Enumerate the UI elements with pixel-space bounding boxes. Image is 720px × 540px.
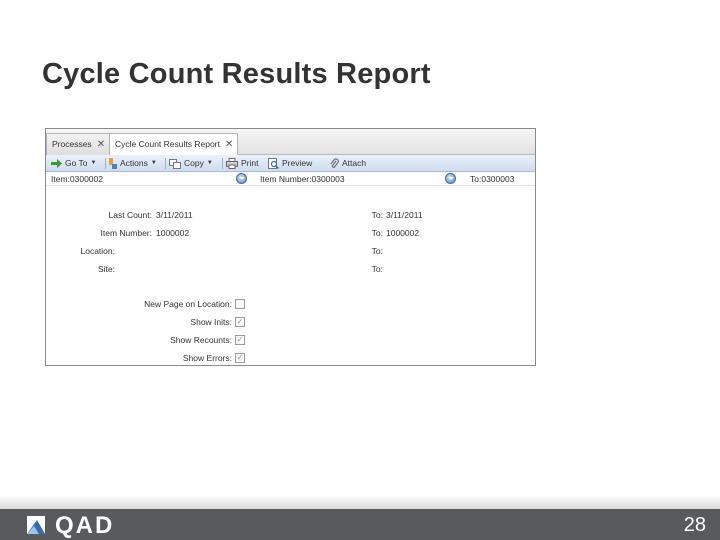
show-recounts-label: Show Recounts:	[170, 335, 232, 345]
paperclip-icon	[330, 158, 339, 169]
location-label: Location:	[80, 246, 116, 256]
chevron-down-icon: ▼	[206, 160, 213, 167]
show-inits-checkbox[interactable]: ✓	[235, 317, 245, 327]
last-count-value[interactable]: 3/11/2011	[156, 210, 193, 220]
preview-label: Preview	[282, 158, 313, 168]
location-to-label: To:	[371, 246, 383, 256]
slide-title: Cycle Count Results Report	[42, 58, 431, 90]
filter-item-number: Item Number:0300003	[260, 174, 345, 184]
show-errors-checkbox[interactable]: ✓	[235, 353, 245, 363]
show-errors-label: Show Errors:	[182, 353, 232, 363]
qad-logo-text: QAD	[55, 512, 115, 539]
filter-item: Item:0300002	[51, 174, 103, 184]
filter-to: To:0300003	[470, 174, 515, 184]
tab-label: Cycle Count Results Report	[115, 139, 220, 149]
page-number: 28	[683, 514, 706, 536]
new-page-on-location-label: New Page on Location:	[144, 299, 232, 309]
last-count-to-label: To:	[371, 210, 383, 220]
go-arrow-icon	[51, 159, 62, 169]
filter-item-dropdown-icon[interactable]	[236, 173, 247, 184]
print-button[interactable]: Print	[226, 157, 258, 170]
footer: QAD 28	[0, 509, 720, 540]
copy-button[interactable]: Copy ▼	[169, 157, 213, 170]
filter-item-number-dropdown-icon[interactable]	[445, 173, 456, 184]
attach-button[interactable]: Attach	[329, 157, 366, 170]
last-count-label: Last Count:	[108, 210, 152, 220]
site-to-label: To:	[371, 264, 383, 274]
item-number-value[interactable]: 1000002	[156, 228, 189, 238]
footer-shadow	[0, 495, 720, 509]
last-count-to-value[interactable]: 3/11/2011	[386, 210, 423, 220]
toolbar-divider	[222, 158, 223, 169]
show-recounts-checkbox[interactable]: ✓	[235, 335, 245, 345]
toolbar-divider	[105, 158, 106, 169]
actions-icon	[109, 158, 117, 170]
copy-label: Copy	[184, 158, 204, 168]
go-to-label: Go To	[65, 158, 88, 168]
item-number-label: Item Number:	[100, 228, 153, 238]
new-page-on-location-checkbox[interactable]	[235, 299, 245, 309]
filter-bar: Item:0300002 Item Number:0300003 To:0300…	[46, 172, 535, 186]
close-icon[interactable]: ✕	[97, 139, 105, 150]
qad-logo-icon	[27, 516, 45, 534]
copy-icon	[169, 158, 181, 169]
go-to-button[interactable]: Go To ▼	[51, 157, 96, 170]
print-label: Print	[241, 158, 259, 168]
item-number-to-label: To:	[371, 228, 383, 238]
chevron-down-icon: ▼	[90, 160, 97, 167]
close-icon[interactable]: ✕	[225, 139, 233, 150]
site-label: Site:	[97, 264, 115, 274]
show-inits-label: Show Inits:	[190, 317, 232, 327]
chevron-down-icon: ▼	[150, 160, 157, 167]
tab-processes[interactable]: Processes ✕	[46, 133, 111, 155]
preview-icon	[268, 158, 279, 170]
tab-bar: Processes ✕ Cycle Count Results Report ✕	[46, 129, 535, 156]
toolbar: Go To ▼ Actions ▼ Copy ▼ Print Preview Atta…	[46, 155, 535, 172]
actions-label: Actions	[120, 158, 148, 168]
printer-icon	[226, 158, 238, 170]
attach-label: Attach	[342, 158, 367, 168]
toolbar-divider	[165, 158, 166, 169]
preview-button[interactable]: Preview	[268, 157, 312, 170]
tab-cycle-count-results-report[interactable]: Cycle Count Results Report ✕	[109, 133, 239, 156]
tab-label: Processes	[52, 139, 92, 149]
app-window: Processes ✕ Cycle Count Results Report ✕ G…	[45, 128, 536, 366]
item-number-to-value[interactable]: 1000002	[386, 228, 419, 238]
actions-button[interactable]: Actions ▼	[108, 157, 157, 170]
